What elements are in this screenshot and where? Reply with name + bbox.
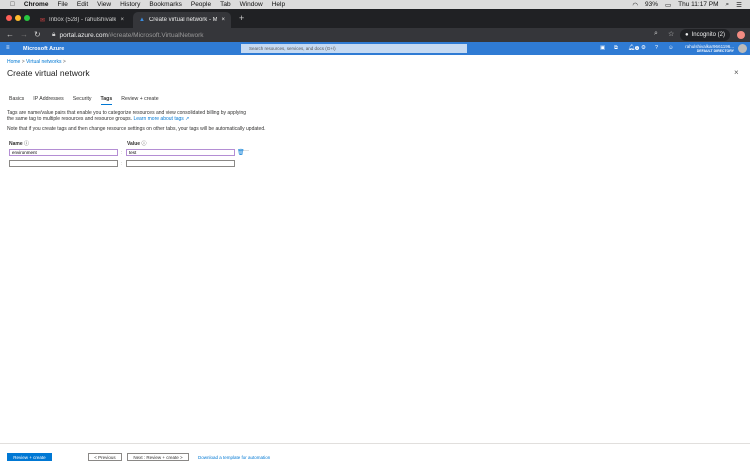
feedback-icon[interactable]: ☺: [668, 45, 674, 51]
bookmark-star-icon[interactable]: ☆: [668, 30, 674, 38]
tags-description: Tags are name/value pairs that enable yo…: [7, 110, 247, 122]
tag-value-input[interactable]: [126, 160, 235, 167]
browser-tab-azure[interactable]: ▲ Create virtual network - Micros ×: [133, 12, 231, 28]
footer-divider: [0, 443, 750, 444]
close-tab-icon[interactable]: ×: [221, 17, 225, 23]
tag-value-input[interactable]: [126, 149, 235, 156]
extension-icon[interactable]: [737, 31, 745, 39]
incognito-icon: ●: [685, 32, 689, 38]
menu-window[interactable]: Window: [240, 1, 263, 8]
azure-brand[interactable]: Microsoft Azure: [23, 46, 64, 52]
menu-edit[interactable]: Edit: [77, 1, 88, 8]
tags-note: Note that if you create tags and then ch…: [7, 126, 266, 132]
clock[interactable]: Thu 11:17 PM: [678, 1, 718, 8]
tab-security[interactable]: Security: [73, 96, 92, 105]
value-column-header: Value ⓘ: [127, 141, 147, 147]
close-tab-icon[interactable]: ×: [120, 17, 124, 23]
menu-chrome[interactable]: Chrome: [24, 1, 49, 8]
separator-colon: :: [121, 161, 123, 167]
breadcrumb-virtual-networks[interactable]: Virtual networks: [26, 59, 61, 65]
review-create-button[interactable]: Review + create: [7, 453, 52, 461]
menu-help[interactable]: Help: [272, 1, 285, 8]
gmail-icon: ✉: [40, 17, 46, 24]
account-info[interactable]: rahulshivalkar9661196... DEFAULT DIRECTO…: [685, 44, 734, 54]
tab-ip-addresses[interactable]: IP Addresses: [33, 96, 63, 105]
page-title: Create virtual network: [7, 68, 90, 78]
name-column-header: Name ⓘ: [9, 141, 30, 147]
azure-icon: ▲: [139, 17, 145, 23]
url-field[interactable]: 🔒︎ portal.azure.com/#create/Microsoft.Vi…: [52, 30, 642, 40]
previous-button[interactable]: < Previous: [88, 453, 122, 461]
minimize-window-button[interactable]: [15, 15, 21, 21]
breadcrumb: Home > Virtual networks >: [7, 59, 66, 65]
incognito-button[interactable]: ● Incognito (2): [680, 29, 730, 41]
info-icon[interactable]: ⓘ: [24, 141, 29, 147]
menu-bookmarks[interactable]: Bookmarks: [149, 1, 182, 8]
wifi-icon[interactable]: ◠: [632, 1, 638, 9]
wizard-tabs: Basics IP Addresses Security Tags Review…: [9, 96, 159, 105]
menu-view[interactable]: View: [97, 1, 111, 8]
tab-basics[interactable]: Basics: [9, 96, 24, 105]
notifications-icon[interactable]: 🔔︎1: [628, 45, 639, 51]
zoom-icon[interactable]: ⌕: [654, 30, 658, 38]
info-icon[interactable]: ⓘ: [141, 141, 146, 147]
separator-colon: :: [121, 150, 123, 156]
external-link-icon: ↗: [183, 116, 190, 122]
close-window-button[interactable]: [6, 15, 12, 21]
settings-gear-icon[interactable]: ⚙: [641, 45, 646, 51]
breadcrumb-home[interactable]: Home: [7, 59, 20, 65]
mac-menubar:  Chrome File Edit View History Bookmark…: [0, 0, 750, 9]
new-tab-button[interactable]: +: [239, 13, 244, 23]
help-icon[interactable]: ?: [655, 45, 658, 51]
battery-percent: 93%: [645, 1, 659, 8]
close-icon[interactable]: ×: [734, 68, 739, 77]
azure-header: ≡ Microsoft Azure Search resources, serv…: [0, 42, 750, 55]
tag-name-input[interactable]: [9, 160, 118, 167]
back-icon[interactable]: ←: [6, 30, 14, 39]
address-bar-row: ← → ↻ 🔒︎ portal.azure.com/#create/Micros…: [0, 28, 750, 42]
apple-icon[interactable]: : [10, 1, 15, 8]
battery-icon[interactable]: ▭: [665, 1, 671, 9]
menu-tab[interactable]: Tab: [220, 1, 230, 8]
lock-icon: 🔒︎: [52, 31, 56, 38]
learn-more-link[interactable]: Learn more about tags: [133, 116, 183, 122]
forward-icon[interactable]: →: [20, 30, 28, 39]
control-center-icon[interactable]: ☰: [736, 1, 742, 9]
global-search-input[interactable]: Search resources, services, and docs (G+…: [241, 44, 467, 53]
cloud-shell-icon[interactable]: ▣: [600, 45, 605, 51]
tag-name-input[interactable]: [9, 149, 118, 156]
tab-review-create[interactable]: Review + create: [121, 96, 158, 105]
menu-history[interactable]: History: [120, 1, 140, 8]
avatar[interactable]: [738, 44, 747, 53]
next-button[interactable]: Next : Review + create >: [127, 453, 189, 461]
directory-filter-icon[interactable]: ⧉: [614, 45, 618, 52]
menu-file[interactable]: File: [57, 1, 67, 8]
menu-people[interactable]: People: [191, 1, 211, 8]
reload-icon[interactable]: ↻: [34, 30, 41, 39]
more-options-icon[interactable]: ···: [243, 148, 249, 154]
hamburger-menu-icon[interactable]: ≡: [6, 45, 10, 51]
spotlight-icon[interactable]: ⌕: [726, 1, 730, 9]
maximize-window-button[interactable]: [24, 15, 30, 21]
download-template-link[interactable]: Download a template for automation: [198, 455, 270, 460]
tab-tags[interactable]: Tags: [100, 96, 113, 105]
browser-tab-bar: ✉ Inbox (528) - rahulshivalkar9 × ▲ Crea…: [0, 9, 750, 28]
browser-tab-inbox[interactable]: ✉ Inbox (528) - rahulshivalkar9 ×: [34, 12, 130, 28]
